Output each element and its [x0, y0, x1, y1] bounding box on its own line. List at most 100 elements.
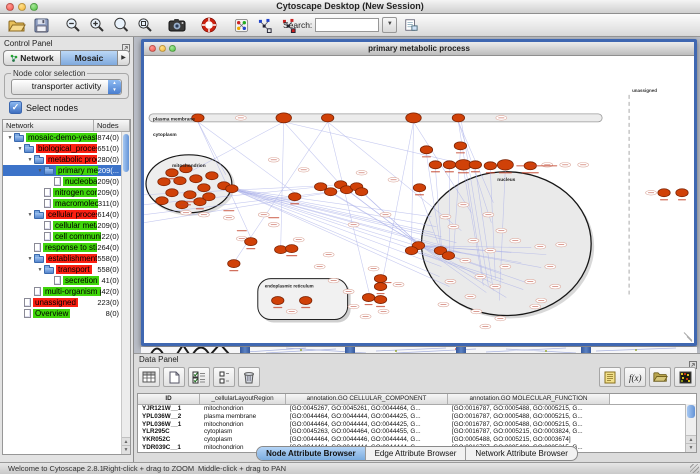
search-input[interactable]	[315, 18, 379, 32]
network-node[interactable]	[484, 162, 496, 170]
attribute-editor-button[interactable]	[599, 367, 621, 387]
function-builder-button[interactable]: f(x)	[624, 367, 646, 387]
network-node[interactable]	[406, 113, 421, 123]
network-tool-blue-button[interactable]	[254, 15, 276, 35]
network-node[interactable]	[203, 193, 215, 201]
network-node[interactable]	[362, 294, 374, 302]
expand-triangle-icon[interactable]: ▼	[26, 256, 34, 262]
network-node[interactable]	[442, 252, 454, 260]
tree-item[interactable]: ▼metabolic process280(0)	[3, 154, 122, 165]
search-options-button[interactable]	[400, 15, 422, 35]
tree-item[interactable]: ▼primary metabo209(...	[3, 165, 122, 176]
tree-item[interactable]: ▼establishment of lo558(0)	[3, 253, 122, 264]
matrix-view-button[interactable]	[674, 367, 696, 387]
table-row[interactable]: YPL036W__1mitochondrion[GO:0044464, GO:0…	[138, 421, 696, 429]
network-node[interactable]	[469, 161, 481, 169]
help-button[interactable]	[198, 15, 220, 35]
expand-triangle-icon[interactable]: ▼	[6, 135, 14, 141]
table-scrollbar-thumb[interactable]	[687, 405, 695, 418]
search-dropdown-button[interactable]: ▼	[382, 17, 397, 33]
tree-item[interactable]: ▼transport558(0)	[3, 264, 122, 275]
tree-item[interactable]: ▼mosaic-demo-yeast874(0)	[3, 132, 122, 143]
tree-item[interactable]: ▼cellular process614(0)	[3, 209, 122, 220]
network-node[interactable]	[286, 245, 298, 253]
tree-scrollbar-thumb[interactable]	[123, 134, 129, 172]
network-node[interactable]	[198, 184, 210, 192]
minimize-button[interactable]	[18, 3, 26, 11]
window-resize-grip[interactable]	[684, 332, 692, 341]
table-row[interactable]: YKR052Ccytoplasm[GO:0044464, GO:0044446,…	[138, 436, 696, 444]
expand-triangle-icon[interactable]: ▼	[26, 212, 34, 218]
tab-scroll-right-button[interactable]: ▶	[118, 50, 130, 66]
scroll-down-icon[interactable]: ▼	[122, 445, 130, 454]
tree-item[interactable]: unassigned223(0)	[3, 297, 122, 308]
plasma-membrane-region[interactable]	[149, 114, 602, 122]
network-node[interactable]	[413, 184, 425, 192]
tree-header-network[interactable]: Network	[3, 120, 94, 132]
network-node[interactable]	[166, 169, 178, 177]
zoom-fit-button[interactable]	[110, 15, 132, 35]
network-node[interactable]	[374, 275, 386, 283]
network-close-button[interactable]	[149, 45, 156, 52]
network-node[interactable]	[174, 177, 186, 185]
column-header[interactable]: _cellularLayoutRegion	[200, 394, 286, 404]
import-attributes-button[interactable]	[649, 367, 671, 387]
network-node[interactable]	[166, 189, 178, 197]
tree-item[interactable]: nitrogen compo209(0)	[3, 187, 122, 198]
network-node[interactable]	[658, 189, 670, 197]
close-button[interactable]	[6, 3, 14, 11]
network-node[interactable]	[228, 260, 240, 268]
tree-item[interactable]: macromolecule311(0)	[3, 198, 122, 209]
vizmapper-button[interactable]	[230, 15, 252, 35]
node-layer[interactable]	[156, 113, 688, 305]
network-node[interactable]	[443, 161, 455, 169]
window-titlebar[interactable]: Cytoscape Desktop (New Session)	[0, 0, 700, 14]
zoom-window-button[interactable]	[30, 3, 38, 11]
network-minimize-button[interactable]	[159, 45, 166, 52]
network-node[interactable]	[454, 142, 466, 150]
zoom-out-button[interactable]	[62, 15, 84, 35]
zoom-in-button[interactable]	[86, 15, 108, 35]
network-node[interactable]	[272, 297, 284, 305]
network-node[interactable]	[226, 185, 238, 193]
tab-edge-attribute-browser[interactable]: Edge Attribute Browser	[366, 447, 467, 460]
network-view-window[interactable]: primary metabolic process	[141, 39, 697, 346]
network-node[interactable]	[300, 297, 312, 305]
save-session-button[interactable]	[30, 15, 52, 35]
select-attributes-button[interactable]	[188, 367, 210, 387]
expand-triangle-icon[interactable]: ▼	[16, 146, 24, 152]
table-scrollbar[interactable]: ▲ ▼	[685, 404, 696, 452]
network-node[interactable]	[184, 191, 196, 199]
tree-scrollbar[interactable]: ▲ ▼	[121, 132, 130, 454]
column-header[interactable]: annotation.GO MOLECULAR_FUNCTION	[448, 394, 610, 404]
select-nodes-checkbox[interactable]: ✓	[9, 101, 22, 114]
network-zoom-button[interactable]	[169, 45, 176, 52]
network-window-titlebar[interactable]: primary metabolic process	[144, 42, 694, 56]
tree-item[interactable]: nucleobase-209(0)	[3, 176, 122, 187]
tree-header-nodes[interactable]: Nodes	[94, 120, 130, 132]
snapshot-button[interactable]	[166, 15, 188, 35]
tab-mosaic[interactable]: Mosaic	[60, 50, 118, 66]
network-node[interactable]	[405, 247, 417, 255]
resize-grip[interactable]	[690, 464, 699, 473]
unselect-attributes-button[interactable]	[213, 367, 235, 387]
expand-triangle-icon[interactable]: ▼	[36, 168, 44, 174]
network-node[interactable]	[190, 175, 202, 183]
tree-item[interactable]: cell communicat22(0)	[3, 231, 122, 242]
tree-item[interactable]: multi-organism pro42(0)	[3, 286, 122, 297]
network-canvas[interactable]: plasma membrane cytoplasm mitochondrion …	[144, 55, 694, 342]
network-node[interactable]	[321, 114, 333, 122]
expand-triangle-icon[interactable]: ▼	[36, 267, 44, 273]
network-node[interactable]	[156, 197, 168, 205]
attribute-table[interactable]: ID_cellularLayoutRegionannotation.GO CEL…	[137, 393, 697, 453]
network-node[interactable]	[429, 161, 441, 169]
network-node[interactable]	[452, 114, 464, 122]
network-node[interactable]	[676, 189, 688, 197]
network-node[interactable]	[355, 188, 367, 196]
delete-attribute-button[interactable]	[238, 367, 260, 387]
table-mode-button[interactable]	[138, 367, 160, 387]
create-attribute-button[interactable]	[163, 367, 185, 387]
expand-triangle-icon[interactable]: ▼	[26, 157, 34, 163]
network-node[interactable]	[420, 146, 432, 154]
network-node[interactable]	[324, 188, 336, 196]
